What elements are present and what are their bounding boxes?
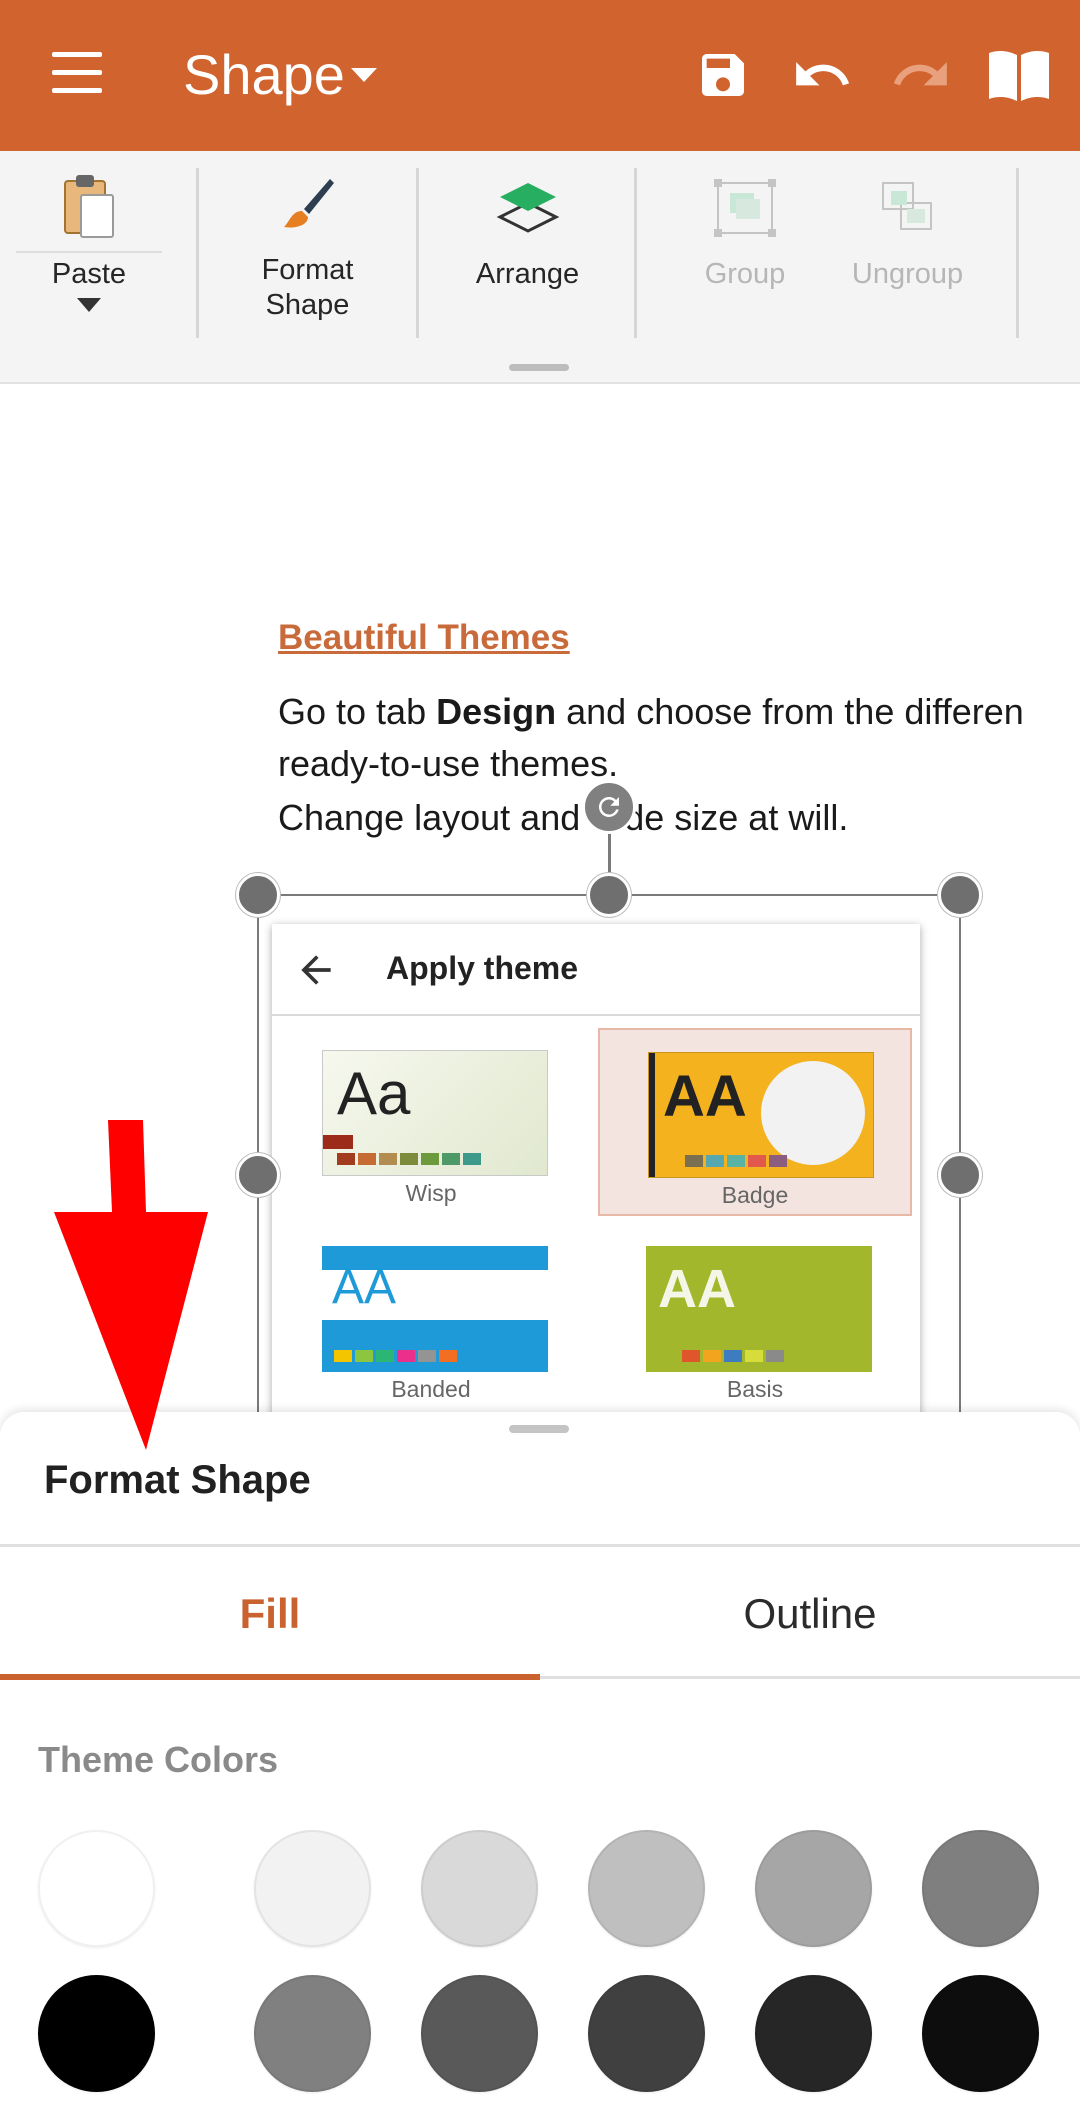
arrange-button[interactable]: Arrange <box>440 151 615 351</box>
color-swatch[interactable] <box>254 1975 371 2092</box>
tab-outline[interactable]: Outline <box>540 1547 1080 1681</box>
chevron-down-icon[interactable] <box>351 68 377 82</box>
ungroup-label: Ungroup <box>851 258 964 290</box>
color-swatch[interactable] <box>421 1830 538 1947</box>
color-swatch[interactable] <box>755 1975 872 2092</box>
resize-handle-right[interactable] <box>938 1153 982 1197</box>
tab-indicator <box>0 1674 540 1680</box>
app-title[interactable]: Shape <box>183 42 345 108</box>
shape-selection-frame <box>257 894 961 1414</box>
group-label: Group <box>704 258 786 290</box>
ribbon-collapse-handle[interactable] <box>509 364 569 371</box>
sheet-title: Format Shape <box>44 1458 311 1502</box>
color-swatch[interactable] <box>421 1975 538 2092</box>
color-swatch[interactable] <box>38 1975 155 2092</box>
format-shape-label-line1: Format <box>261 254 354 286</box>
tab-divider <box>540 1676 1080 1679</box>
ungroup-button[interactable]: Ungroup <box>830 151 985 351</box>
color-swatch[interactable] <box>755 1830 872 1947</box>
undo-icon[interactable] <box>787 40 857 110</box>
theme-colors-label: Theme Colors <box>38 1739 279 1780</box>
resize-handle-top-right[interactable] <box>938 873 982 917</box>
save-icon[interactable] <box>688 40 758 110</box>
tab-fill[interactable]: Fill <box>0 1547 540 1681</box>
resize-handle-left[interactable] <box>236 1153 280 1197</box>
hamburger-menu-icon[interactable] <box>44 50 110 100</box>
ungroup-icon <box>875 177 941 244</box>
color-swatch[interactable] <box>922 1975 1039 2092</box>
color-swatch[interactable] <box>254 1830 371 1947</box>
document-paragraph-line1[interactable]: Go to tab Design and choose from the dif… <box>278 690 1024 734</box>
read-mode-book-icon[interactable] <box>984 40 1054 110</box>
group-icon <box>712 177 778 244</box>
color-swatch[interactable] <box>588 1975 705 2092</box>
resize-handle-top[interactable] <box>587 873 631 917</box>
resize-handle-top-left[interactable] <box>236 873 280 917</box>
format-shape-label-line2: Shape <box>265 289 350 321</box>
paste-label: Paste <box>51 258 127 290</box>
layers-icon <box>496 179 560 244</box>
chevron-down-icon[interactable] <box>77 298 101 312</box>
document-paragraph-line2[interactable]: ready-to-use themes. <box>278 742 618 786</box>
color-swatch[interactable] <box>922 1830 1039 1947</box>
group-button[interactable]: Group <box>660 151 830 351</box>
sheet-drag-handle[interactable] <box>509 1425 569 1433</box>
paintbrush-icon <box>278 175 338 240</box>
format-shape-button[interactable]: Format Shape <box>220 151 395 351</box>
color-swatch[interactable] <box>38 1830 155 1947</box>
clipboard-paste-icon <box>61 173 117 246</box>
arrange-label: Arrange <box>475 258 580 290</box>
app-bar: Shape <box>0 0 1080 151</box>
document-paragraph-line3[interactable]: Change layout and slide size at will. <box>278 796 848 840</box>
color-swatch[interactable] <box>588 1830 705 1947</box>
redo-icon <box>886 40 956 110</box>
ribbon-toolbar: Paste Format Shape Arrange Group Ungroup <box>0 151 1080 384</box>
format-shape-sheet: Format Shape Fill Outline Theme Colors <box>0 1412 1080 2125</box>
document-heading[interactable]: Beautiful Themes <box>278 618 570 658</box>
paste-button[interactable]: Paste <box>14 151 164 351</box>
red-arrow-annotation <box>50 1118 220 1458</box>
rotate-handle-icon[interactable] <box>582 780 636 834</box>
